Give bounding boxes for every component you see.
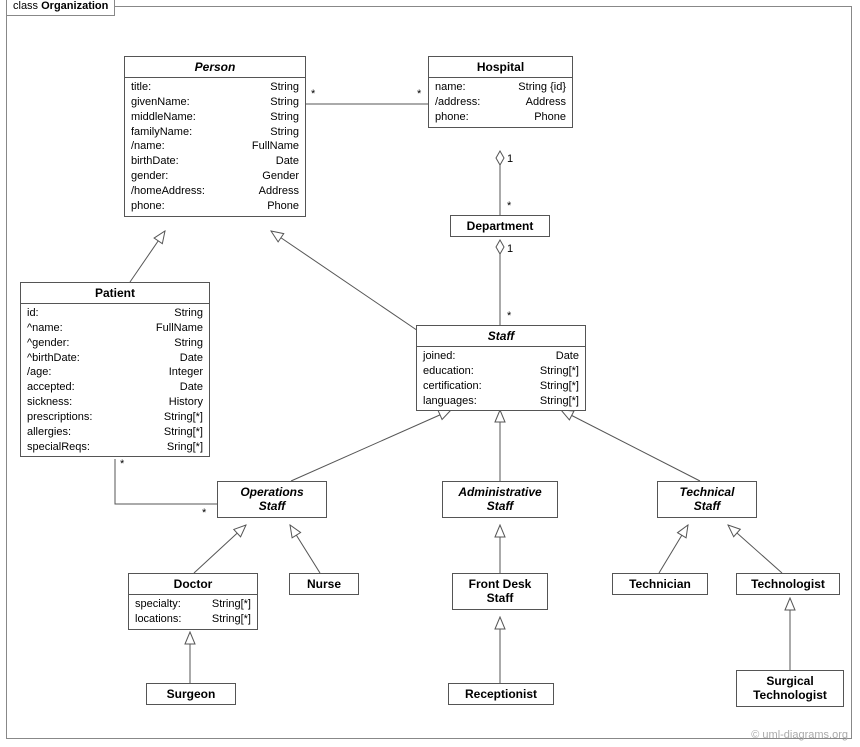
attribute-row: sickness:History <box>27 395 203 410</box>
class-title: AdministrativeStaff <box>443 482 557 517</box>
attribute-row: allergies:String[*] <box>27 425 203 440</box>
attribute-row: middleName:String <box>131 110 299 125</box>
attribute-row: specialReqs:Sring[*] <box>27 440 203 455</box>
attribute-row: phone:Phone <box>435 110 566 125</box>
class-attrs: joined:Dateeducation:String[*]certificat… <box>417 347 585 410</box>
attribute-row: name:String {id} <box>435 80 566 95</box>
attribute-row: languages:String[*] <box>423 394 579 409</box>
class-attrs: name:String {id}/address:Addressphone:Ph… <box>429 78 572 127</box>
mult-person-hospital-left: * <box>311 88 315 100</box>
attribute-row: id:String <box>27 306 203 321</box>
class-person: Person title:StringgivenName:Stringmiddl… <box>124 56 306 217</box>
class-front-desk-staff: Front DeskStaff <box>452 573 548 610</box>
class-staff: Staff joined:Dateeducation:String[*]cert… <box>416 325 586 411</box>
attribute-row: accepted:Date <box>27 380 203 395</box>
class-title: OperationsStaff <box>218 482 326 517</box>
mult-person-hospital-right: * <box>417 88 421 100</box>
frame-tab: class Organization <box>6 0 115 16</box>
class-title: Hospital <box>429 57 572 78</box>
attribute-row: givenName:String <box>131 95 299 110</box>
attribute-row: phone:Phone <box>131 199 299 214</box>
attribute-row: ^birthDate:Date <box>27 351 203 366</box>
attribute-row: education:String[*] <box>423 364 579 379</box>
attribute-row: certification:String[*] <box>423 379 579 394</box>
class-attrs: specialty:String[*]locations:String[*] <box>129 595 257 629</box>
class-surgical-technologist: SurgicalTechnologist <box>736 670 844 707</box>
attribute-row: locations:String[*] <box>135 612 251 627</box>
mult-patient-ops-right: * <box>202 507 206 519</box>
class-attrs: id:String^name:FullName^gender:String^bi… <box>21 304 209 456</box>
mult-hospital-dept-top: 1 <box>507 153 513 165</box>
mult-patient-ops-left: * <box>120 458 124 470</box>
copyright-text: © uml-diagrams.org <box>751 729 848 741</box>
class-title: Front DeskStaff <box>453 574 547 609</box>
class-nurse: Nurse <box>289 573 359 595</box>
class-title: Receptionist <box>449 684 553 704</box>
class-title: Department <box>451 216 549 236</box>
class-title: Patient <box>21 283 209 304</box>
attribute-row: /homeAddress:Address <box>131 184 299 199</box>
class-patient: Patient id:String^name:FullName^gender:S… <box>20 282 210 457</box>
attribute-row: ^name:FullName <box>27 321 203 336</box>
diagram-canvas: class Organization <box>0 0 860 747</box>
attribute-row: title:String <box>131 80 299 95</box>
class-operations-staff: OperationsStaff <box>217 481 327 518</box>
class-doctor: Doctor specialty:String[*]locations:Stri… <box>128 573 258 630</box>
class-title: Person <box>125 57 305 78</box>
mult-dept-staff-top: 1 <box>507 243 513 255</box>
class-title: TechnicalStaff <box>658 482 756 517</box>
attribute-row: familyName:String <box>131 125 299 140</box>
attribute-row: ^gender:String <box>27 336 203 351</box>
class-title: Surgeon <box>147 684 235 704</box>
class-technician: Technician <box>612 573 708 595</box>
attribute-row: specialty:String[*] <box>135 597 251 612</box>
class-title: Nurse <box>290 574 358 594</box>
class-technologist: Technologist <box>736 573 840 595</box>
class-technical-staff: TechnicalStaff <box>657 481 757 518</box>
attribute-row: birthDate:Date <box>131 154 299 169</box>
class-administrative-staff: AdministrativeStaff <box>442 481 558 518</box>
class-title: SurgicalTechnologist <box>737 671 843 706</box>
class-receptionist: Receptionist <box>448 683 554 705</box>
mult-dept-staff-bot: * <box>507 310 511 322</box>
attribute-row: /address:Address <box>435 95 566 110</box>
class-title: Staff <box>417 326 585 347</box>
frame-label-name: Organization <box>41 0 108 12</box>
class-title: Doctor <box>129 574 257 595</box>
frame-label-prefix: class <box>13 0 38 12</box>
class-title: Technician <box>613 574 707 594</box>
mult-hospital-dept-bot: * <box>507 200 511 212</box>
attribute-row: /age:Integer <box>27 365 203 380</box>
attribute-row: gender:Gender <box>131 169 299 184</box>
class-hospital: Hospital name:String {id}/address:Addres… <box>428 56 573 128</box>
attribute-row: joined:Date <box>423 349 579 364</box>
attribute-row: prescriptions:String[*] <box>27 410 203 425</box>
class-attrs: title:StringgivenName:StringmiddleName:S… <box>125 78 305 216</box>
class-department: Department <box>450 215 550 237</box>
class-title: Technologist <box>737 574 839 594</box>
class-surgeon: Surgeon <box>146 683 236 705</box>
attribute-row: /name:FullName <box>131 139 299 154</box>
